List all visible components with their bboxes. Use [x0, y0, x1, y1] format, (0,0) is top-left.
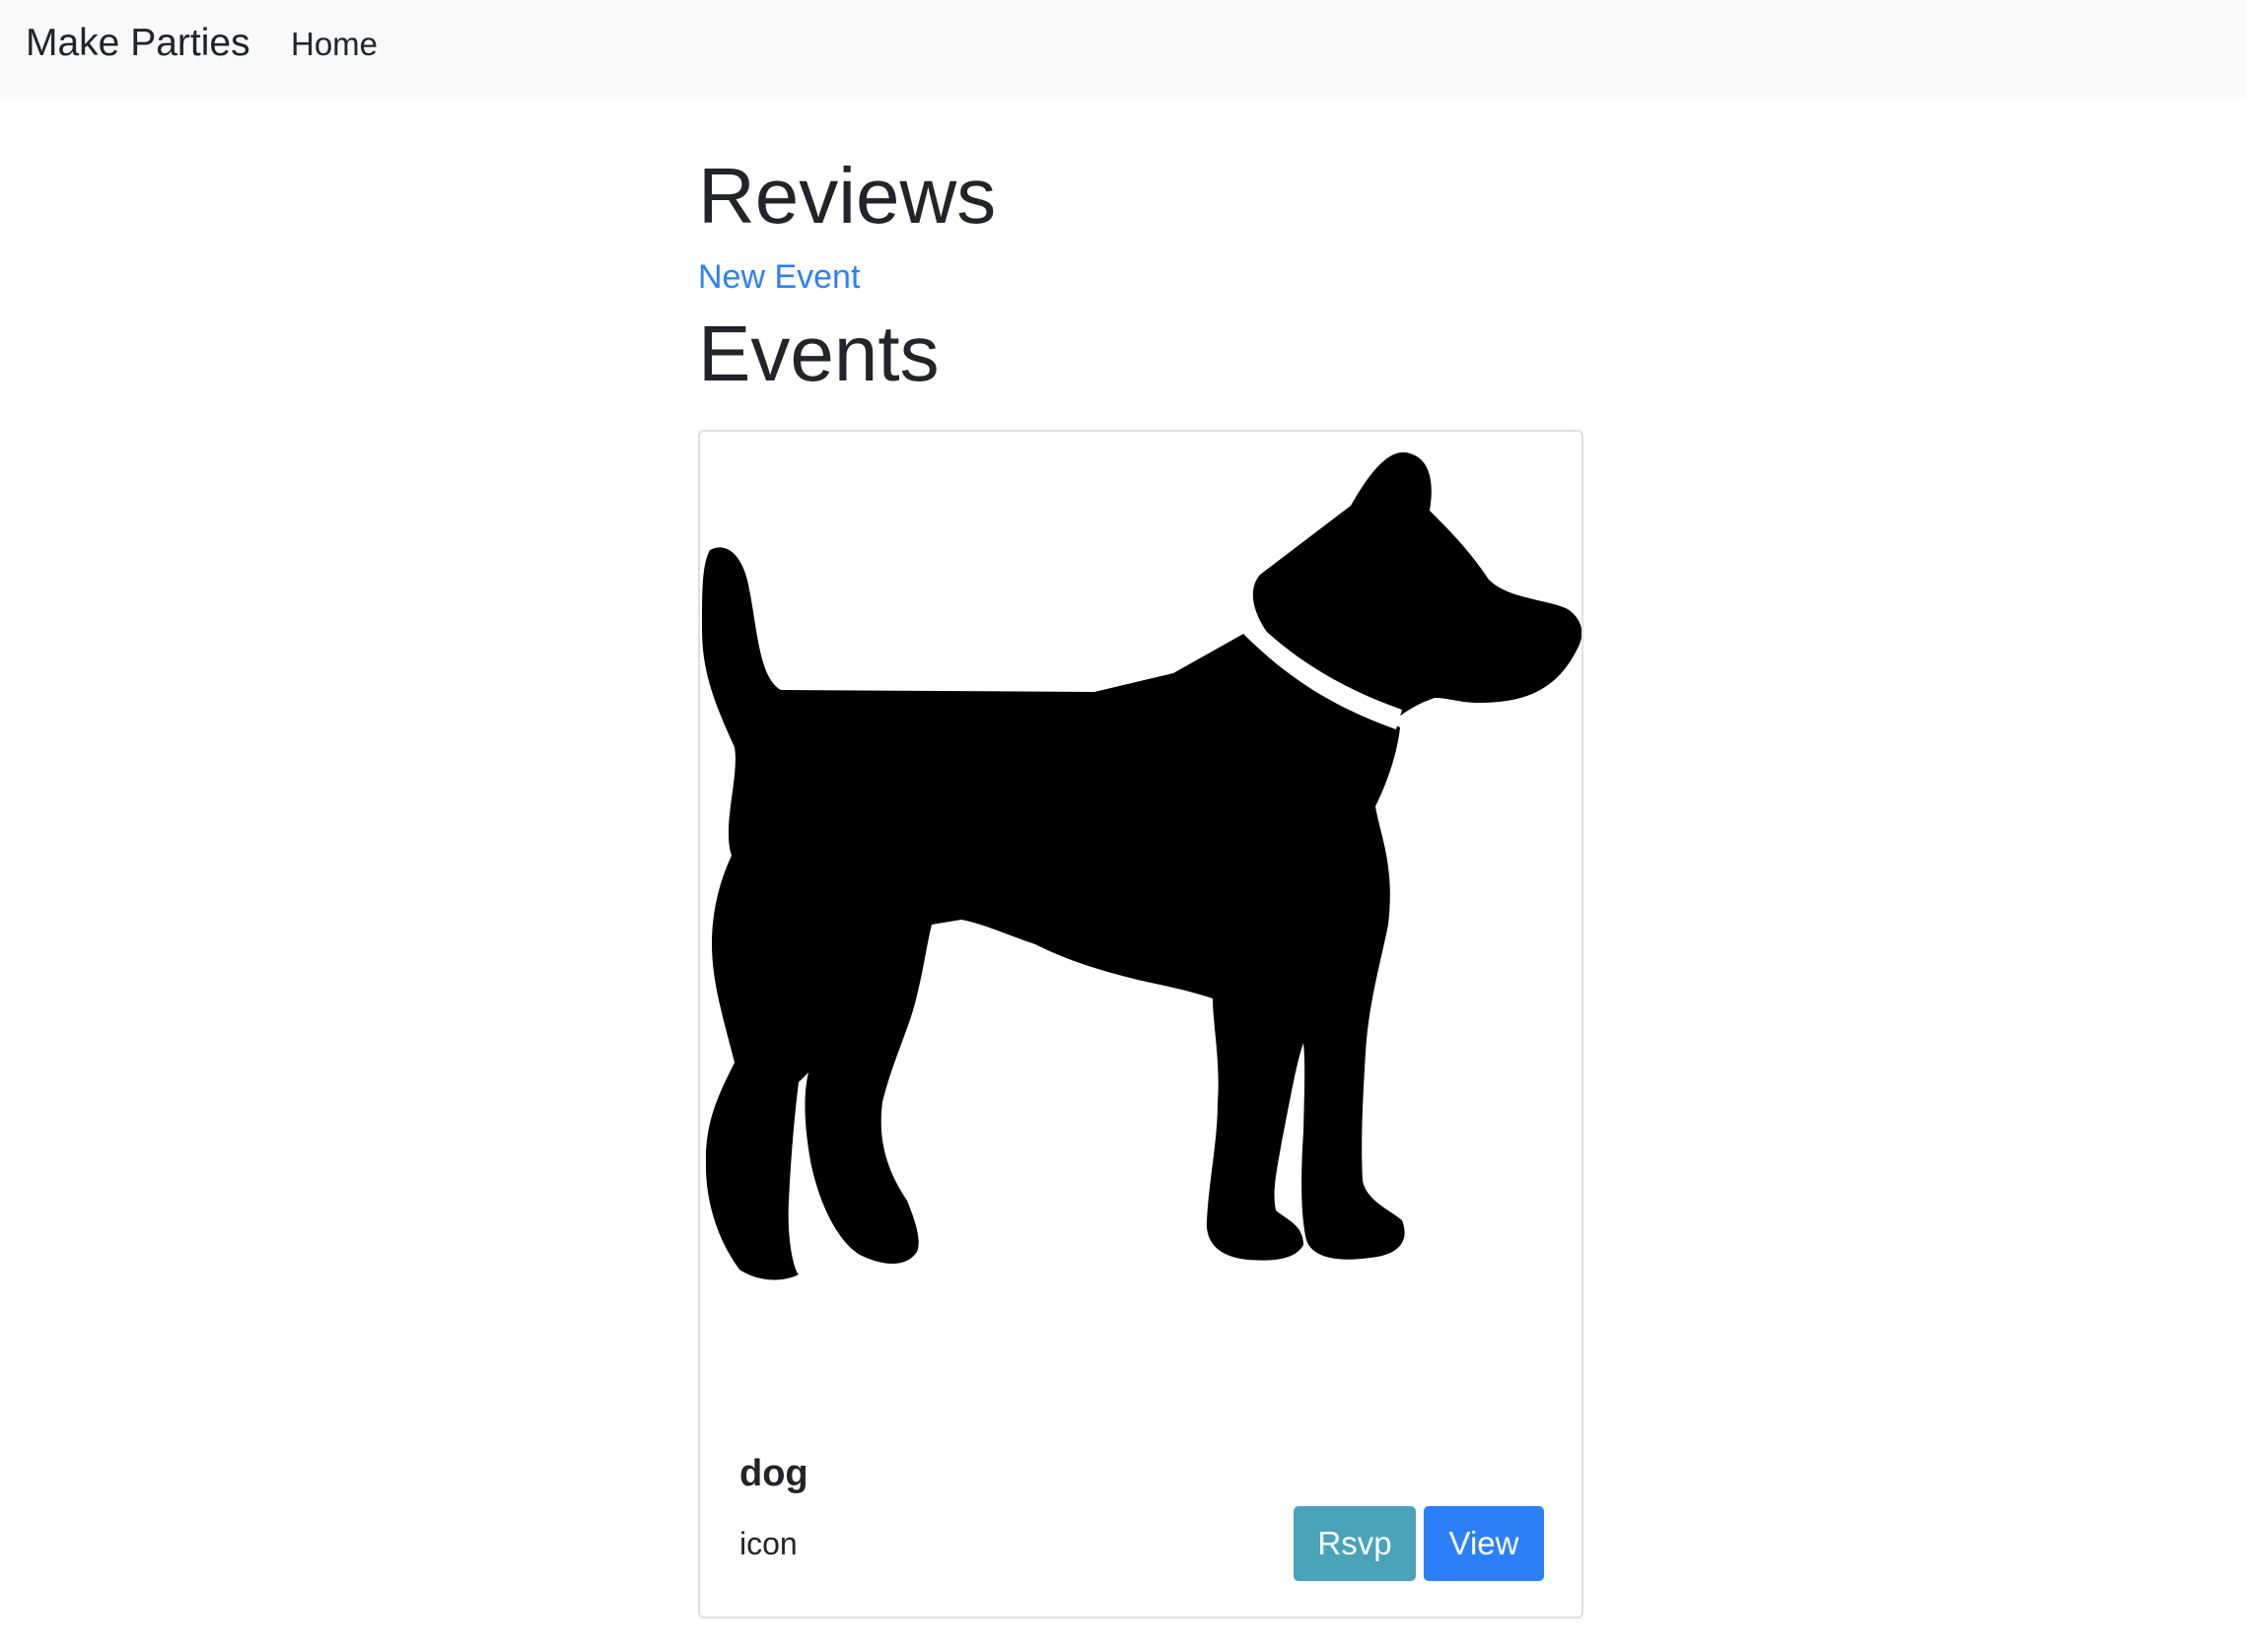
- dog-icon: [702, 451, 1581, 1280]
- rsvp-button[interactable]: Rsvp: [1294, 1506, 1416, 1581]
- event-description: icon: [739, 1526, 798, 1561]
- events-heading: Events: [698, 310, 940, 397]
- navbar: Make Parties Home: [0, 0, 2246, 99]
- nav-link-home[interactable]: Home: [291, 24, 378, 65]
- event-card: dog icon Rsvp View: [698, 430, 1583, 1618]
- brand-link[interactable]: Make Parties: [26, 20, 250, 67]
- reviews-heading: Reviews: [698, 152, 997, 240]
- view-button[interactable]: View: [1424, 1506, 1544, 1581]
- new-event-link[interactable]: New Event: [698, 256, 860, 298]
- event-title: dog: [739, 1453, 808, 1494]
